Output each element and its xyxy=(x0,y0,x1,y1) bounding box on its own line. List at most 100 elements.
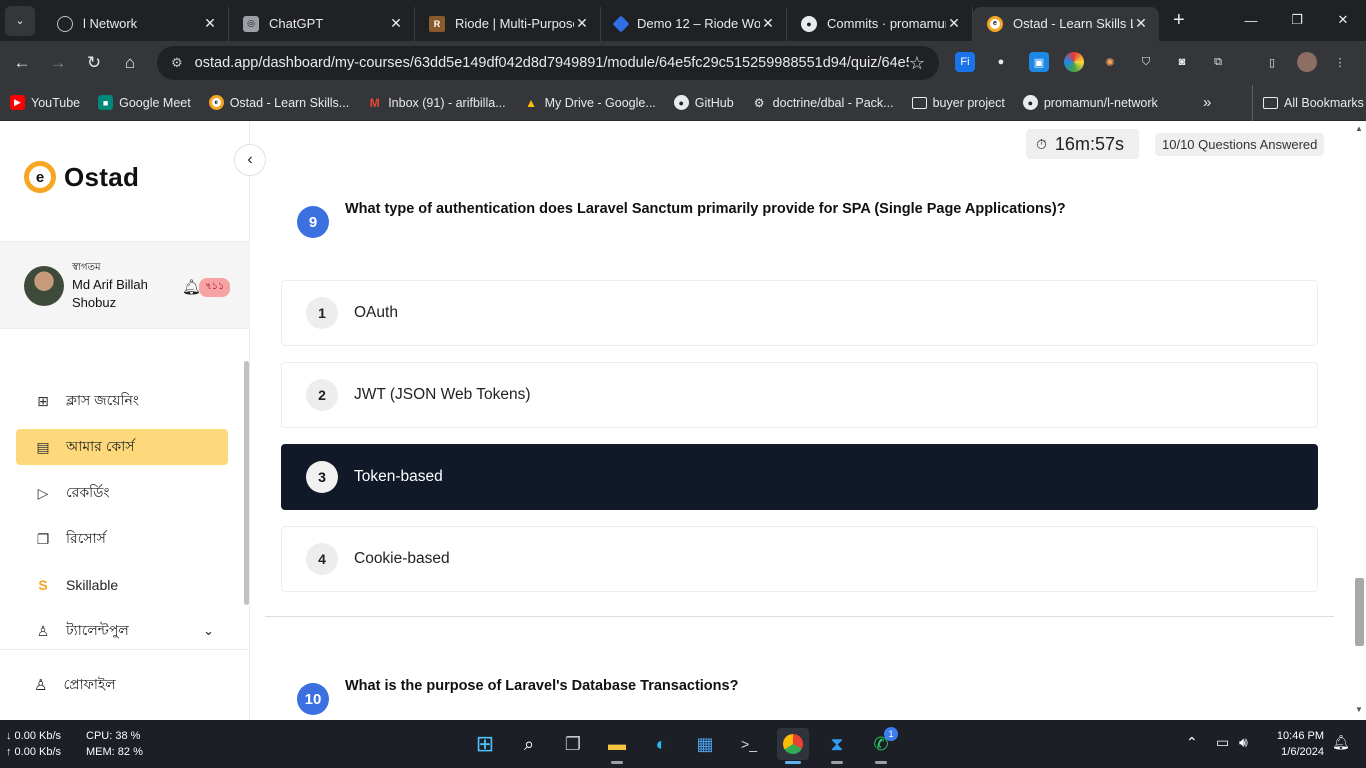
browser-tab[interactable]: ● Commits · promamun ✕ xyxy=(787,6,973,41)
ostad-logo-icon: e xyxy=(24,161,56,193)
tab-title: Riode | Multi-Purpose xyxy=(455,16,574,31)
bookmark-item[interactable]: ● promamun/l-network xyxy=(1022,95,1158,110)
answer-option[interactable]: 2 JWT (JSON Web Tokens) xyxy=(281,362,1318,428)
sidebar-item-profile[interactable]: ♙ প্রোফাইল xyxy=(0,649,250,720)
notification-badge[interactable]: ৭১১ xyxy=(199,278,231,297)
ostad-icon: e xyxy=(987,15,1003,32)
task-view-icon[interactable]: ❐ xyxy=(557,728,589,760)
new-tab-plus-icon[interactable]: + xyxy=(1173,9,1185,32)
question-text: What is the purpose of Laravel's Databas… xyxy=(345,678,739,694)
all-bookmarks-button[interactable]: All Bookmarks xyxy=(1252,85,1364,121)
sidebar-item-class-joining[interactable]: ⊞ ক্লাস জয়েনিং xyxy=(16,383,228,419)
scrollbar-thumb[interactable] xyxy=(1355,578,1364,646)
meet-icon: ■ xyxy=(98,95,114,110)
extension-camera-icon[interactable]: ◙ xyxy=(1172,52,1192,72)
reload-icon[interactable]: ↻ xyxy=(76,45,112,81)
bookmark-item[interactable]: ⚙ doctrine/dbal - Pack... xyxy=(752,95,894,110)
address-bar[interactable]: ⚙ ostad.app/dashboard/my-courses/63dd5e1… xyxy=(157,46,939,80)
extension-mouse-icon[interactable]: ● xyxy=(991,52,1011,72)
bookmark-item[interactable]: M Inbox (91) - arifbilla... xyxy=(367,95,506,110)
extension-cookie-icon[interactable]: ✺ xyxy=(1100,52,1120,72)
store-icon[interactable]: ▦ xyxy=(689,728,721,760)
answered-count-badge: 10/10 Questions Answered xyxy=(1155,133,1325,156)
search-icon[interactable]: ⌕ xyxy=(513,728,545,760)
sidebar-scrollbar[interactable] xyxy=(244,361,249,605)
youtube-icon: ▶ xyxy=(10,95,25,110)
tab-title: l Network xyxy=(83,16,138,31)
terminal-icon[interactable]: >_ xyxy=(733,728,765,760)
github-icon: ● xyxy=(801,15,817,32)
collapse-sidebar-chevron-left-icon[interactable]: ‹ xyxy=(234,144,266,176)
tab-close-icon[interactable]: ✕ xyxy=(388,15,404,32)
extension-shield-icon[interactable]: ⛉ xyxy=(1136,52,1156,72)
bookmark-item[interactable]: ■ Google Meet xyxy=(98,95,191,110)
side-panel-icon[interactable]: ▯ xyxy=(1262,52,1282,72)
quiz-timer: ⏱ 16m:57s xyxy=(1026,129,1139,159)
bookmark-star-icon[interactable]: ☆ xyxy=(909,53,925,74)
sidebar-item-recording[interactable]: ▷ রেকর্ডিং xyxy=(16,475,228,511)
more-bookmarks-chevron-icon[interactable]: » xyxy=(1203,94,1211,111)
tab-close-icon[interactable]: ✕ xyxy=(946,15,962,32)
address-url[interactable]: ostad.app/dashboard/my-courses/63dd5e149… xyxy=(195,55,909,71)
profile-avatar-icon[interactable] xyxy=(1297,52,1317,72)
extension-screen-icon[interactable]: ▣ xyxy=(1029,52,1049,72)
chevron-down-icon[interactable]: ⌄ xyxy=(203,623,214,639)
bookmark-item[interactable]: ● GitHub xyxy=(673,95,734,110)
logo-text: Ostad xyxy=(64,161,140,192)
volume-icon[interactable]: 🔊︎ xyxy=(1239,734,1248,751)
browser-tab-active[interactable]: e Ostad - Learn Skills Li ✕ xyxy=(973,6,1159,41)
ostad-logo[interactable]: e Ostad xyxy=(24,161,139,193)
home-icon[interactable]: ⌂ xyxy=(112,45,148,81)
tab-close-icon[interactable]: ✕ xyxy=(1133,15,1149,32)
back-arrow-icon[interactable]: ← xyxy=(4,45,40,81)
forward-arrow-icon[interactable]: → xyxy=(40,45,76,81)
sidebar-item-skillable[interactable]: S Skillable xyxy=(16,567,228,603)
scroll-up-icon[interactable]: ▲ xyxy=(1355,124,1363,133)
bookmark-item[interactable]: ▲ My Drive - Google... xyxy=(524,95,656,110)
windows-taskbar: ↓ 0.00 Kb/s ↑ 0.00 Kb/s CPU: 38 % MEM: 82 … xyxy=(0,720,1366,768)
browser-tab[interactable]: l Network ✕ xyxy=(43,6,229,41)
browser-tab[interactable]: ◎ ChatGPT ✕ xyxy=(229,6,415,41)
page-scrollbar[interactable]: ▲ ▼ xyxy=(1352,121,1366,720)
close-window-icon[interactable]: ✕ xyxy=(1320,0,1366,40)
avatar[interactable] xyxy=(24,266,64,306)
sidebar-item-resource[interactable]: ❐ রিসোর্স xyxy=(16,521,228,557)
notification-bell-icon[interactable]: 🔔︎ xyxy=(1332,734,1350,751)
browser-tab[interactable]: R Riode | Multi-Purpose ✕ xyxy=(415,6,601,41)
vscode-icon[interactable]: ⧗ xyxy=(821,728,853,764)
minimize-icon[interactable]: — xyxy=(1228,0,1274,40)
site-info-icon[interactable]: ⚙ xyxy=(171,55,183,71)
tray-overflow-chevron-icon[interactable]: ⌃ xyxy=(1186,734,1198,751)
edge-icon[interactable]: ◐ xyxy=(645,728,677,760)
tab-search-chevron-icon[interactable]: ⌄ xyxy=(5,5,35,36)
browser-tab[interactable]: Demo 12 – Riode Wo ✕ xyxy=(601,6,787,41)
drive-icon: ▲ xyxy=(525,95,538,110)
tab-title: Demo 12 – Riode Wo xyxy=(637,16,760,31)
answer-option-selected[interactable]: 3 Token-based xyxy=(281,444,1318,510)
answer-option[interactable]: 4 Cookie-based xyxy=(281,526,1318,592)
tab-close-icon[interactable]: ✕ xyxy=(760,15,776,32)
file-explorer-icon[interactable]: ▬ xyxy=(601,728,633,764)
browser-toolbar: ← → ↻ ⌂ ⚙ ostad.app/dashboard/my-courses… xyxy=(0,41,1366,85)
system-clock[interactable]: 10:46 PM 1/6/2024 xyxy=(1272,728,1324,760)
extension-fi-icon[interactable]: Fi xyxy=(955,52,975,72)
browser-menu-icon[interactable]: ⋮ xyxy=(1330,52,1350,72)
bookmark-item[interactable]: e Ostad - Learn Skills... xyxy=(208,95,349,110)
sidebar-item-my-course[interactable]: ▤ আমার কোর্স xyxy=(16,429,228,465)
network-icon[interactable]: ▭ xyxy=(1216,734,1229,751)
tab-close-icon[interactable]: ✕ xyxy=(574,15,590,32)
restore-icon[interactable]: ❐ xyxy=(1274,0,1320,40)
windows-start-icon[interactable]: ⊞ xyxy=(469,728,501,760)
extension-color-icon[interactable] xyxy=(1064,52,1084,72)
chrome-icon[interactable] xyxy=(777,728,809,764)
scroll-down-icon[interactable]: ▼ xyxy=(1355,705,1363,714)
chatgpt-icon: ◎ xyxy=(243,15,259,32)
play-icon: ▷ xyxy=(37,484,49,501)
sidebar-item-talentpool[interactable]: ♙ ট্যালেন্টপুল ⌄ xyxy=(16,613,228,649)
github-icon: ● xyxy=(1022,95,1038,110)
tab-close-icon[interactable]: ✕ xyxy=(202,15,218,32)
answer-option[interactable]: 1 OAuth xyxy=(281,280,1318,346)
bookmark-item[interactable]: buyer project xyxy=(911,96,1005,110)
bookmark-item[interactable]: ▶ YouTube xyxy=(10,95,80,110)
extensions-puzzle-icon[interactable]: ⧉ xyxy=(1208,52,1228,72)
